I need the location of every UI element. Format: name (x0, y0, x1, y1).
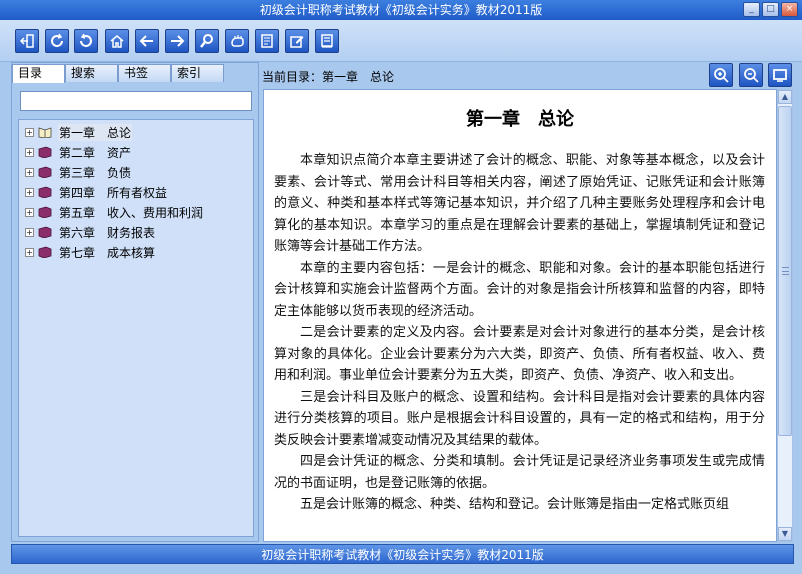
tree-item-chapter-2[interactable]: + 第二章 资产 (25, 143, 132, 161)
grip-icon (782, 267, 789, 275)
title-bar: 初级会计职称考试教材《初级会计实务》教材2011版 _ □ × (0, 0, 802, 20)
tree-item-chapter-5[interactable]: + 第五章 收入、费用和利润 (25, 203, 204, 221)
expand-toggle[interactable]: + (25, 207, 34, 217)
refresh-button[interactable] (45, 29, 69, 53)
closed-book-icon (38, 206, 52, 218)
tree-item-label: 第三章 负债 (59, 165, 132, 180)
tree-item-chapter-7[interactable]: + 第七章 成本核算 (25, 243, 156, 261)
breadcrumb: 当前目录：第一章 总论 (262, 70, 395, 84)
filter-input[interactable] (20, 91, 252, 111)
fit-window-button[interactable] (768, 63, 792, 87)
search-icon (200, 34, 213, 48)
zoom-out-icon (744, 68, 759, 83)
zoom-in-icon (714, 68, 729, 83)
expand-toggle[interactable]: + (25, 227, 34, 237)
notes-icon (261, 34, 273, 48)
undo-button[interactable] (74, 29, 98, 53)
maximize-button[interactable]: □ (762, 2, 779, 17)
tab-search[interactable]: 搜索 (65, 64, 118, 82)
tree-item-label: 第七章 成本核算 (59, 245, 156, 260)
fit-window-icon (773, 69, 787, 82)
edit-button[interactable] (285, 29, 309, 53)
tree-item-chapter-4[interactable]: + 第四章 所有者权益 (25, 183, 168, 201)
closed-book-icon (38, 226, 52, 238)
chapter-body: 本章知识点简介本章主要讲述了会计的概念、职能、对象等基本概念，以及会计要素、会计… (274, 150, 765, 516)
home-icon (110, 35, 124, 48)
tree-item-label: 第二章 资产 (59, 145, 132, 160)
expand-toggle[interactable]: + (25, 167, 34, 177)
tree-item-chapter-6[interactable]: + 第六章 财务报表 (25, 223, 156, 241)
paragraph: 三是会计科目及账户的概念、设置和结构。会计科目是指对会计要素的具体内容进行分类核… (274, 389, 765, 448)
hand-icon (231, 35, 244, 47)
status-text: 初级会计职称考试教材《初级会计实务》教材2011版 (261, 548, 544, 562)
scroll-thumb[interactable] (778, 106, 792, 436)
status-bar: 初级会计职称考试教材《初级会计实务》教材2011版 (11, 544, 794, 564)
back-button[interactable] (135, 29, 159, 53)
tab-contents[interactable]: 目录 (12, 64, 65, 83)
forward-button[interactable] (165, 29, 189, 53)
main-toolbar (0, 20, 802, 62)
contents-button[interactable] (315, 29, 339, 53)
expand-toggle[interactable]: + (25, 187, 34, 197)
document-view[interactable]: 第一章 总论 本章知识点简介本章主要讲述了会计的概念、职能、对象等基本概念，以及… (263, 89, 777, 542)
tree-item-label: 第四章 所有者权益 (59, 185, 168, 200)
search-button[interactable] (195, 29, 219, 53)
paragraph: 四是会计凭证的概念、分类和填制。会计凭证是记录经济业务事项发生或完成情况的书面证… (274, 454, 765, 491)
minimize-button[interactable]: _ (743, 2, 760, 17)
closed-book-icon (38, 166, 52, 178)
navigation-tabs: 目录 搜索 书签 索引 (12, 64, 224, 83)
undo-icon (80, 33, 92, 47)
refresh-icon (51, 33, 63, 47)
tree-item-label: 第一章 总论 (58, 123, 133, 141)
close-button[interactable]: × (781, 2, 798, 17)
scroll-down-arrow-icon[interactable]: ▼ (778, 527, 792, 541)
tree-item-label: 第六章 财务报表 (59, 225, 156, 240)
reader-header: 当前目录：第一章 总论 (262, 62, 802, 88)
navigation-pane: 目录 搜索 书签 索引 + 第一章 总论 + 第二章 资产 + 第三章 负债 +… (11, 62, 259, 542)
chapter-heading: 第一章 总论 (466, 109, 574, 130)
closed-book-icon (38, 186, 52, 198)
expand-toggle[interactable]: + (25, 147, 34, 157)
vertical-scrollbar[interactable]: ▲ ▼ (777, 89, 793, 542)
paragraph: 五是会计账簿的概念、种类、结构和登记。会计账簿是指由一定格式账页组 (300, 497, 730, 512)
expand-toggle[interactable]: + (25, 247, 34, 257)
zoom-out-button[interactable] (739, 63, 763, 87)
closed-book-icon (38, 146, 52, 158)
tab-bookmarks[interactable]: 书签 (118, 64, 171, 82)
notes-button[interactable] (255, 29, 279, 53)
exit-icon (19, 34, 34, 48)
hand-tool-button[interactable] (225, 29, 249, 53)
home-button[interactable] (105, 29, 129, 53)
forward-arrow-icon (171, 35, 185, 47)
back-arrow-icon (139, 35, 153, 47)
paragraph: 本章的主要内容包括：一是会计的概念、职能和对象。会计的基本职能包括进行会计核算和… (274, 260, 765, 319)
paragraph: 本章知识点简介本章主要讲述了会计的概念、职能、对象等基本概念，以及会计要素、会计… (274, 153, 765, 254)
window-title: 初级会计职称考试教材《初级会计实务》教材2011版 (259, 3, 543, 17)
paragraph: 二是会计要素的定义及内容。会计要素是对会计对象进行的基本分类，是会计核算对象的具… (274, 325, 765, 383)
tree-item-chapter-1[interactable]: + 第一章 总论 (25, 123, 133, 141)
scroll-up-arrow-icon[interactable]: ▲ (778, 90, 792, 104)
tree-item-chapter-3[interactable]: + 第三章 负债 (25, 163, 132, 181)
closed-book-icon (38, 246, 52, 258)
expand-toggle[interactable]: + (25, 127, 34, 137)
exit-button[interactable] (15, 29, 39, 53)
tree-item-label: 第五章 收入、费用和利润 (59, 205, 204, 220)
edit-icon (290, 36, 304, 48)
contents-tree: + 第一章 总论 + 第二章 资产 + 第三章 负债 + 第四章 所有者权益 +… (18, 119, 254, 537)
tab-index[interactable]: 索引 (171, 64, 224, 82)
zoom-in-button[interactable] (709, 63, 733, 87)
open-book-icon (38, 127, 52, 138)
window-controls: _ □ × (743, 2, 798, 17)
book-icon (321, 34, 333, 48)
